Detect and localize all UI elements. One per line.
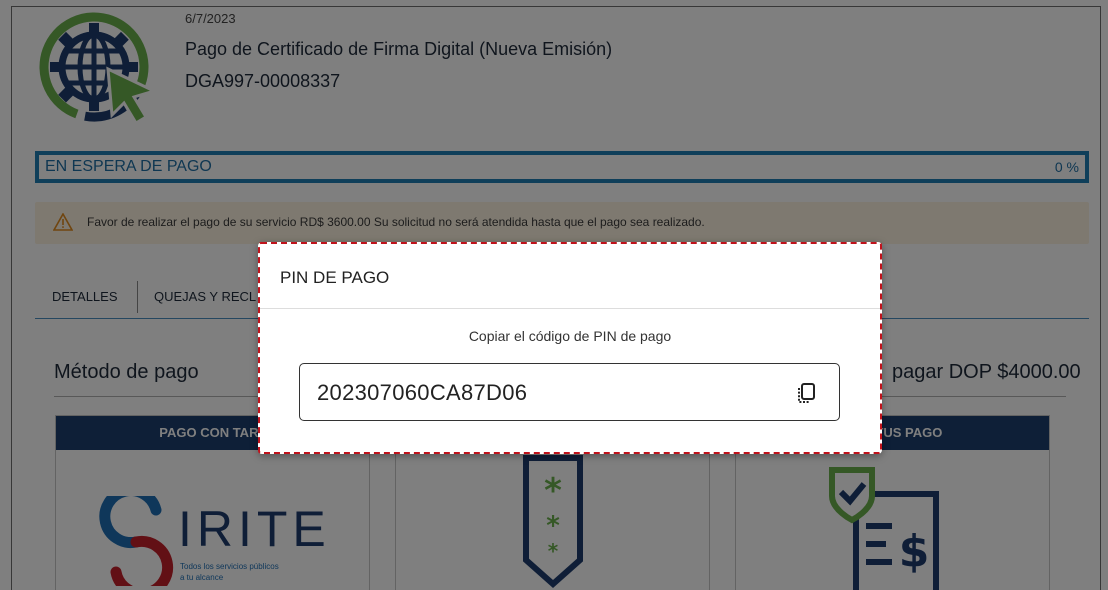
modal-title: PIN DE PAGO [280,268,390,287]
pin-payment-modal: PIN DE PAGO Copiar el código de PIN de p… [258,242,882,454]
copy-icon[interactable] [795,381,817,405]
modal-divider [258,308,882,309]
pin-code-field[interactable]: 202307060CA87D06 [299,363,840,421]
pin-code-value[interactable]: 202307060CA87D06 [317,380,527,406]
modal-subtitle: Copiar el código de PIN de pago [468,328,672,344]
